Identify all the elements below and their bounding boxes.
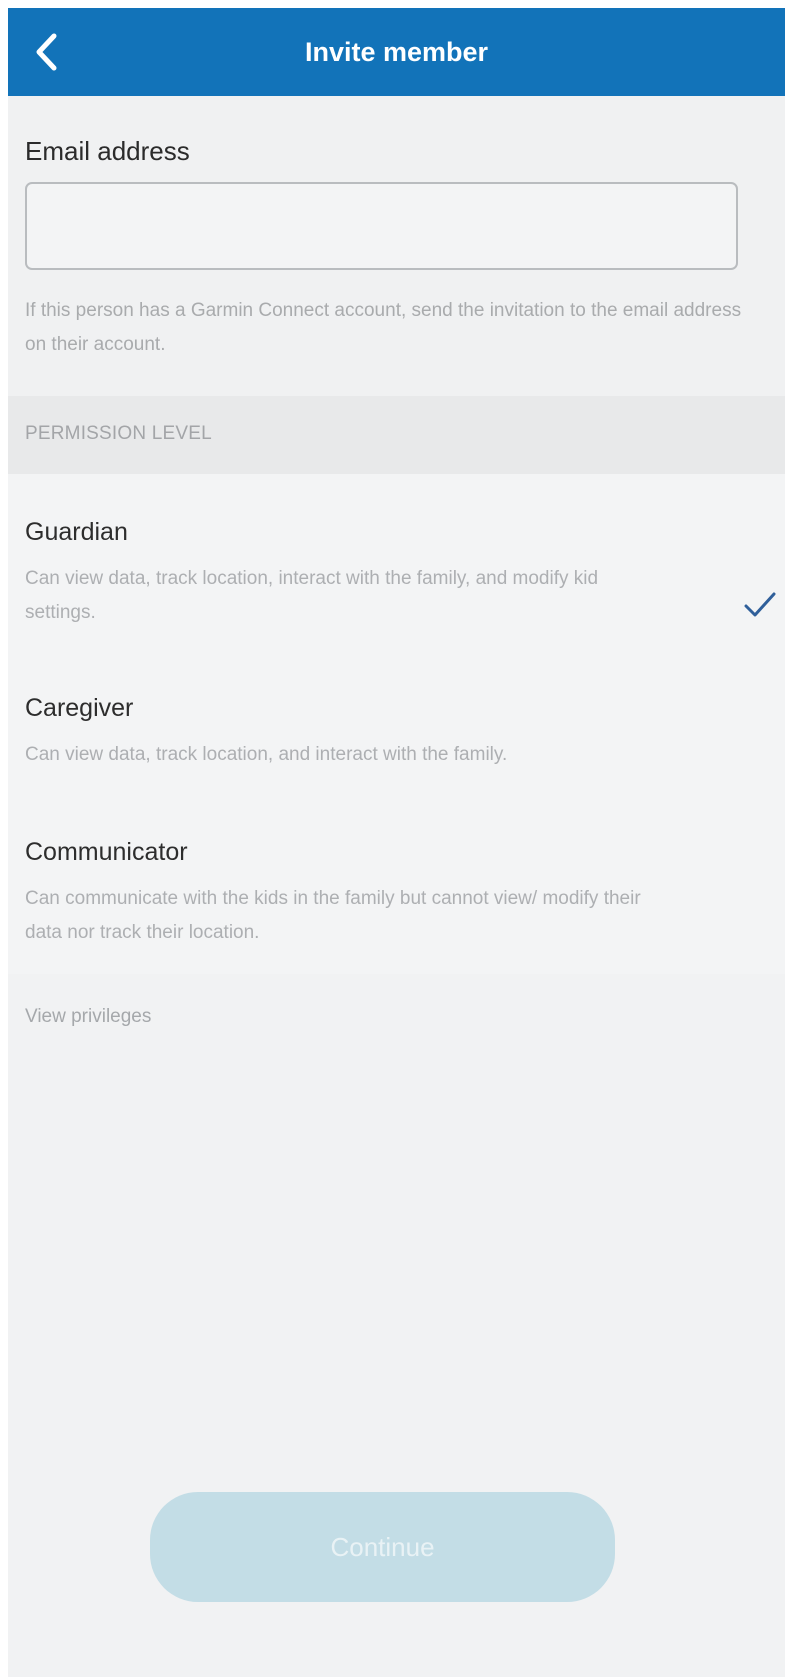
option-description: Can view data, track location, interact … (25, 568, 599, 623)
option-title: Communicator (25, 838, 188, 866)
option-guardian[interactable]: Guardian Can view data, track location, … (8, 518, 785, 648)
option-title: Guardian (25, 518, 128, 546)
app-header: Invite member (8, 8, 785, 96)
permission-options-list: Guardian Can view data, track location, … (8, 474, 785, 974)
permission-level-header: PERMISSION LEVEL (8, 396, 785, 474)
email-help-text: If this person has a Garmin Connect acco… (25, 300, 742, 355)
view-privileges-link[interactable]: View privileges (25, 1006, 151, 1028)
invite-member-screen: Invite member Email address If this pers… (8, 8, 785, 1677)
option-caregiver[interactable]: Caregiver Can view data, track location,… (8, 694, 785, 784)
option-description: Can view data, track location, and inter… (25, 744, 508, 765)
email-input[interactable] (25, 182, 738, 270)
email-label: Email address (25, 136, 190, 166)
page-title: Invite member (304, 37, 489, 67)
permission-level-title: PERMISSION LEVEL (25, 423, 212, 444)
continue-button[interactable]: Continue (150, 1492, 615, 1602)
checkmark-icon (744, 592, 776, 617)
option-description: Can communicate with the kids in the fam… (25, 888, 641, 943)
option-title: Caregiver (25, 694, 134, 722)
option-communicator[interactable]: Communicator Can communicate with the ki… (8, 838, 785, 968)
